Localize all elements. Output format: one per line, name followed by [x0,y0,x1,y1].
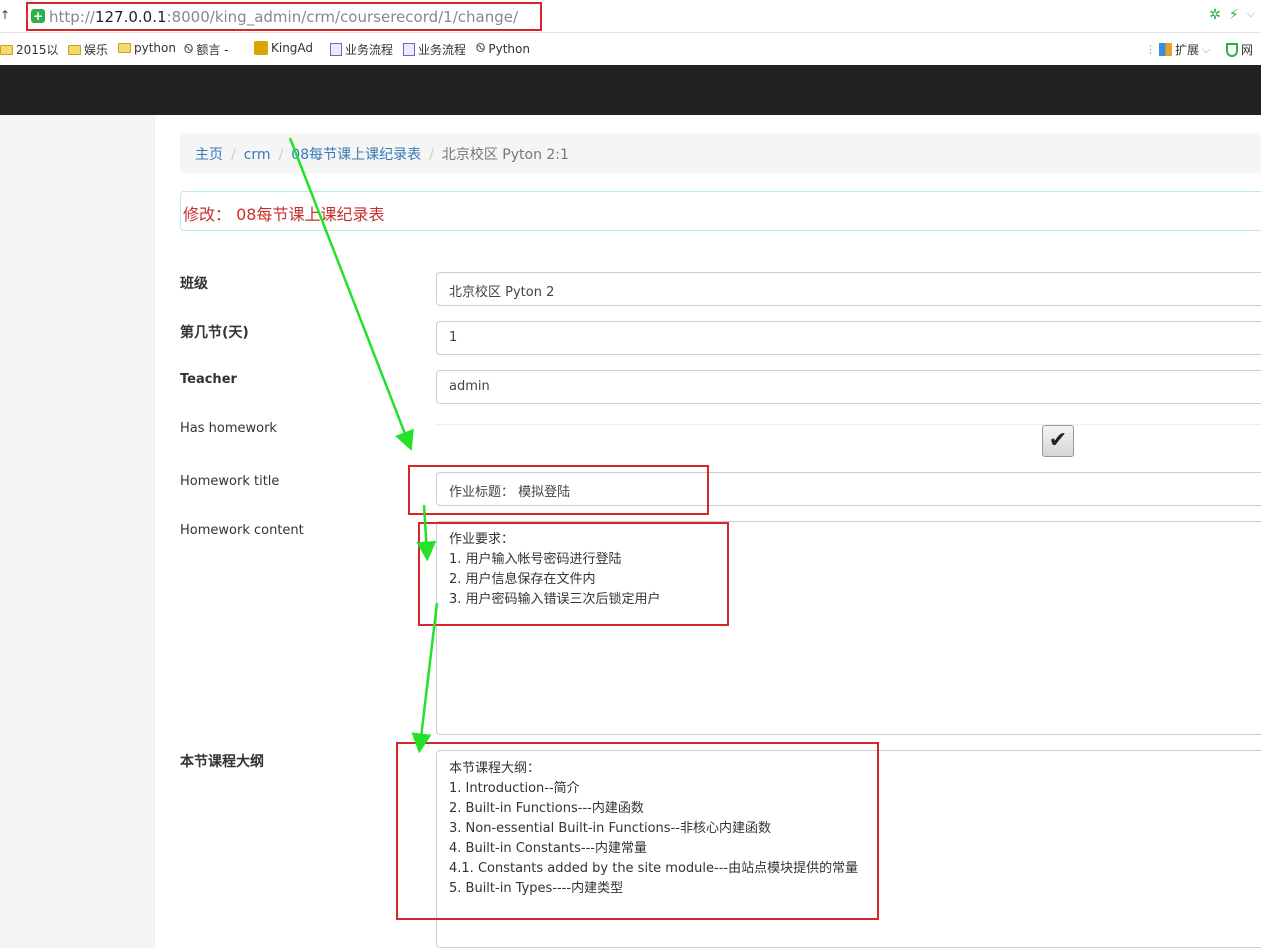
annotation-arrow [288,137,414,451]
annotation-arrows [288,137,439,754]
annotation-arrow [411,602,439,754]
annotation-arrow [416,504,437,562]
